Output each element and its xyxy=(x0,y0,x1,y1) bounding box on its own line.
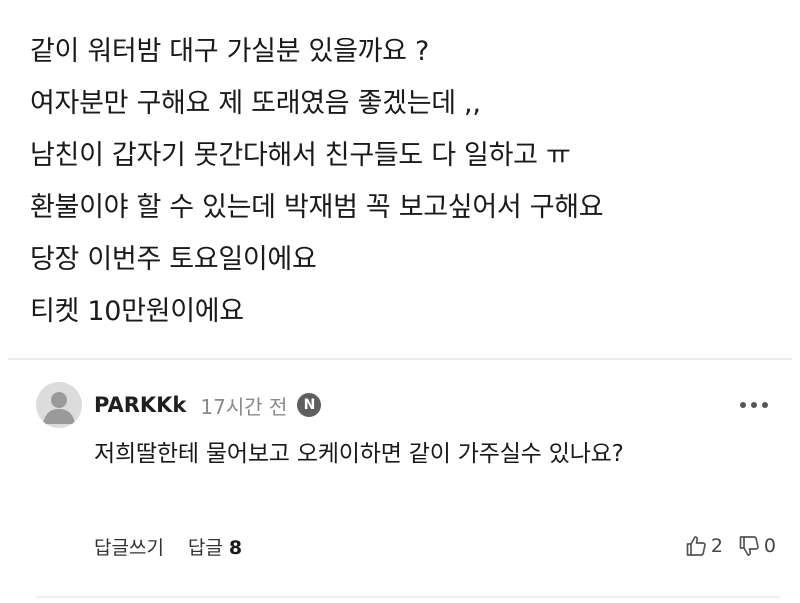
replies-button[interactable]: 답글 8 xyxy=(188,533,242,560)
post-line: 티켓 10만원이에요 xyxy=(30,296,244,327)
default-user-avatar-icon xyxy=(43,392,75,424)
reply-write-button[interactable]: 답글쓰기 xyxy=(94,533,164,560)
post-line: 환불이야 할 수 있는데 박재범 꼭 보고싶어서 구해요 xyxy=(30,192,604,223)
comment-actions: 답글쓰기 답글 8 xyxy=(94,532,242,560)
comment-votes: 2 0 xyxy=(684,532,776,560)
comment-text: 저희딸한테 물어보고 오케이하면 같이 가주실수 있나요? xyxy=(94,441,624,467)
dislike-count: 0 xyxy=(763,535,776,557)
replies-label: 답글 xyxy=(187,536,223,559)
like-button[interactable]: 2 xyxy=(684,534,723,558)
like-count: 2 xyxy=(710,535,723,557)
comment-author[interactable]: PARKKk xyxy=(94,393,186,417)
more-horizontal-icon xyxy=(740,402,768,408)
comment-time: 17시간 전 xyxy=(200,394,288,419)
more-options-button[interactable] xyxy=(736,390,772,420)
post-body: 같이 워터밤 대구 가실분 있을까요 ? 여자분만 구해요 제 또래였음 좋겠는… xyxy=(30,26,780,338)
avatar[interactable] xyxy=(36,382,82,428)
comment-header: PARKKk 17시간 전 N xyxy=(94,392,322,419)
bottom-divider xyxy=(36,596,780,598)
new-badge: N xyxy=(297,393,322,417)
dislike-button[interactable]: 0 xyxy=(737,534,776,558)
post-line: 당장 이번주 토요일이에요 xyxy=(30,244,317,275)
post-line: 남친이 갑자기 못간다해서 친구들도 다 일하고 ㅠ xyxy=(30,140,571,171)
thumbs-down-icon xyxy=(739,536,759,556)
post-line: 여자분만 구해요 제 또래였음 좋겠는데 ,, xyxy=(30,88,481,119)
reply-count: 8 xyxy=(228,536,243,559)
post-line: 같이 워터밤 대구 가실분 있을까요 ? xyxy=(30,36,430,67)
thumbs-up-icon xyxy=(686,536,706,556)
section-divider xyxy=(8,358,792,360)
